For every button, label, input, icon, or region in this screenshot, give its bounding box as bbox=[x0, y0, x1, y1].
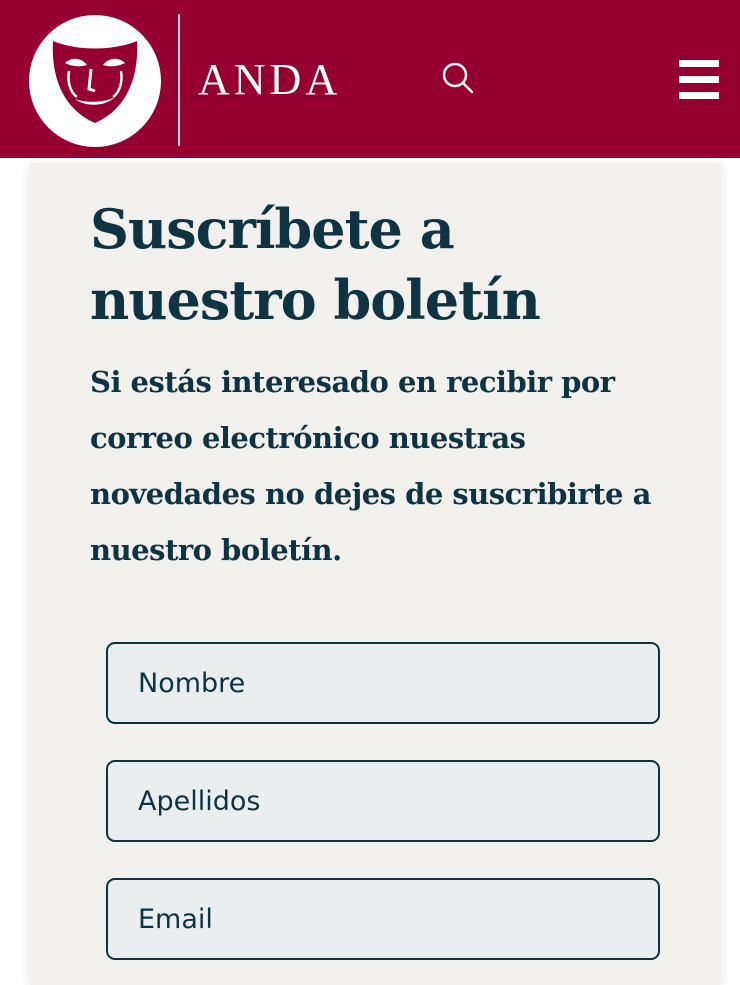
logo-divider bbox=[178, 14, 180, 146]
email-field[interactable] bbox=[106, 878, 660, 960]
first-name-field[interactable] bbox=[106, 642, 660, 724]
newsletter-description: Si estás interesado en recibir por corre… bbox=[90, 365, 651, 567]
search-button[interactable] bbox=[437, 57, 477, 97]
newsletter-title: Suscríbete a nuestro boletín bbox=[90, 197, 541, 332]
theatre-mask-icon bbox=[52, 41, 138, 123]
site-header: ANDA bbox=[0, 0, 740, 158]
logo[interactable] bbox=[29, 15, 161, 147]
hamburger-menu-icon[interactable] bbox=[675, 58, 723, 102]
menu-line bbox=[679, 60, 719, 67]
search-icon bbox=[442, 62, 474, 94]
brand-name[interactable]: ANDA bbox=[198, 52, 341, 108]
menu-line bbox=[679, 92, 719, 99]
menu-line bbox=[679, 76, 719, 83]
last-name-field[interactable] bbox=[106, 760, 660, 842]
